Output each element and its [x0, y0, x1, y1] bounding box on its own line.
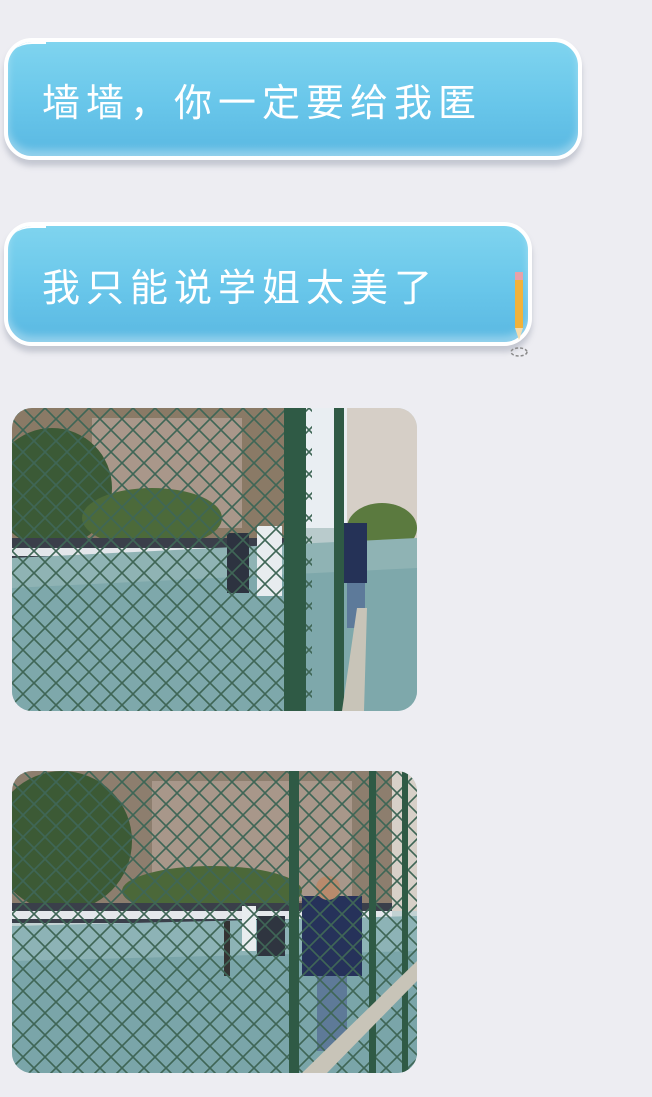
message-bubble[interactable]: 我只能说学姐太美了: [4, 222, 532, 346]
chat-thread: 墙墙，你一定要给我匿 我只能说学姐太美了: [0, 0, 652, 1097]
image-message[interactable]: [12, 408, 417, 711]
message-text: 我只能说学姐太美了: [42, 265, 439, 310]
message-bubble[interactable]: 墙墙，你一定要给我匿: [4, 38, 582, 160]
photo-basketball-court-fence: [12, 771, 417, 1073]
photo-basketball-court-fence: [12, 408, 417, 711]
message-text: 墙墙，你一定要给我匿: [42, 80, 483, 125]
image-message[interactable]: [12, 771, 417, 1073]
pencil-icon: [510, 272, 528, 357]
